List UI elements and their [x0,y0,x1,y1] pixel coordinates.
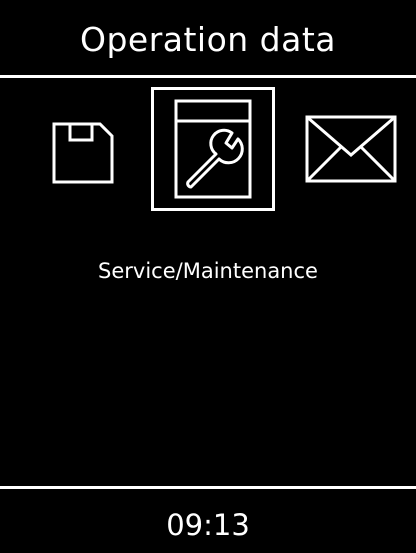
floppy-disk-icon [52,122,114,184]
menu-item-messages[interactable] [305,115,397,183]
header-divider [0,75,416,78]
device-screen: Operation data Service/Maintenance 09:13 [0,0,416,553]
menu-item-service-maintenance[interactable] [151,87,275,211]
wrench-icon [174,99,252,199]
page-title: Operation data [79,20,337,59]
selected-menu-label: Service/Maintenance [98,259,318,283]
clock: 09:13 [166,508,250,542]
envelope-icon [305,115,397,183]
menu-item-save[interactable] [50,120,116,186]
footer-divider [0,486,416,489]
